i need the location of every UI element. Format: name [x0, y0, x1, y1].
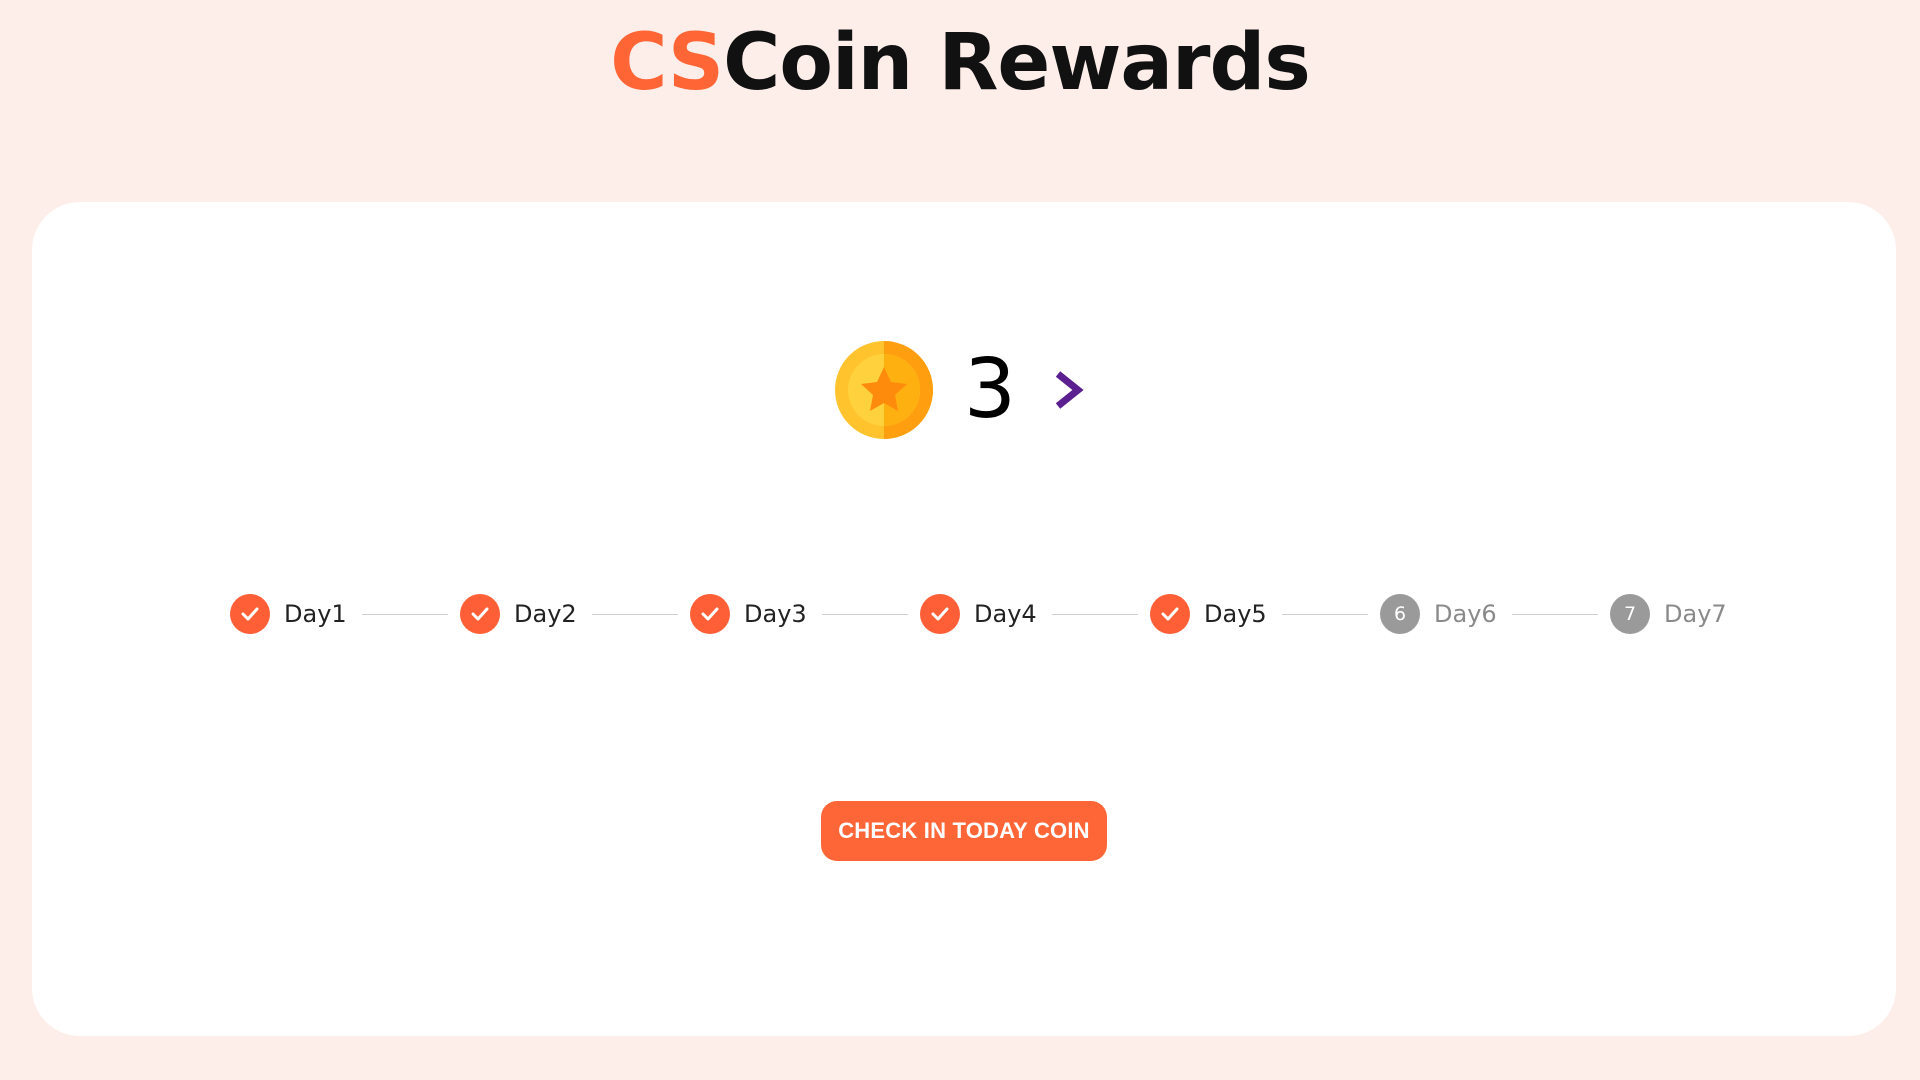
coin-icon	[834, 341, 933, 439]
coin-balance: 3	[0, 340, 1920, 440]
checkin-day-label: Day4	[974, 600, 1037, 628]
check-icon	[230, 594, 270, 634]
day-number-badge: 6	[1380, 594, 1420, 634]
step-connector	[362, 613, 448, 615]
step-connector	[1512, 613, 1598, 615]
checkin-day-4: Day4	[920, 594, 1037, 634]
checkin-day-7: 7 Day7	[1610, 594, 1727, 634]
coin-balance-value: 3	[963, 342, 1017, 437]
checkin-day-label: Day7	[1664, 600, 1727, 628]
checkin-day-3: Day3	[690, 594, 807, 634]
checkin-progress: Day1 Day2 Day3 Day4 Day5 6 Day6 7 Day7	[230, 594, 1727, 634]
chevron-right-icon[interactable]	[1052, 369, 1086, 411]
step-connector	[822, 613, 908, 615]
step-connector	[1052, 613, 1138, 615]
step-connector	[592, 613, 678, 615]
check-icon	[690, 594, 730, 634]
checkin-day-1: Day1	[230, 594, 347, 634]
checkin-day-2: Day2	[460, 594, 577, 634]
checkin-day-label: Day1	[284, 600, 347, 628]
check-icon	[460, 594, 500, 634]
checkin-day-6: 6 Day6	[1380, 594, 1497, 634]
check-in-button[interactable]: CHECK IN TODAY COIN	[821, 801, 1107, 861]
check-icon	[1150, 594, 1190, 634]
checkin-day-5: Day5	[1150, 594, 1267, 634]
page-title-accent: CS	[610, 18, 724, 108]
day-number-badge: 7	[1610, 594, 1650, 634]
checkin-day-label: Day6	[1434, 600, 1497, 628]
checkin-day-label: Day2	[514, 600, 577, 628]
page-title-rest: Coin Rewards	[723, 18, 1311, 108]
checkin-day-label: Day5	[1204, 600, 1267, 628]
page-title: CSCoin Rewards	[0, 18, 1920, 108]
step-connector	[1282, 613, 1368, 615]
check-icon	[920, 594, 960, 634]
checkin-day-label: Day3	[744, 600, 807, 628]
